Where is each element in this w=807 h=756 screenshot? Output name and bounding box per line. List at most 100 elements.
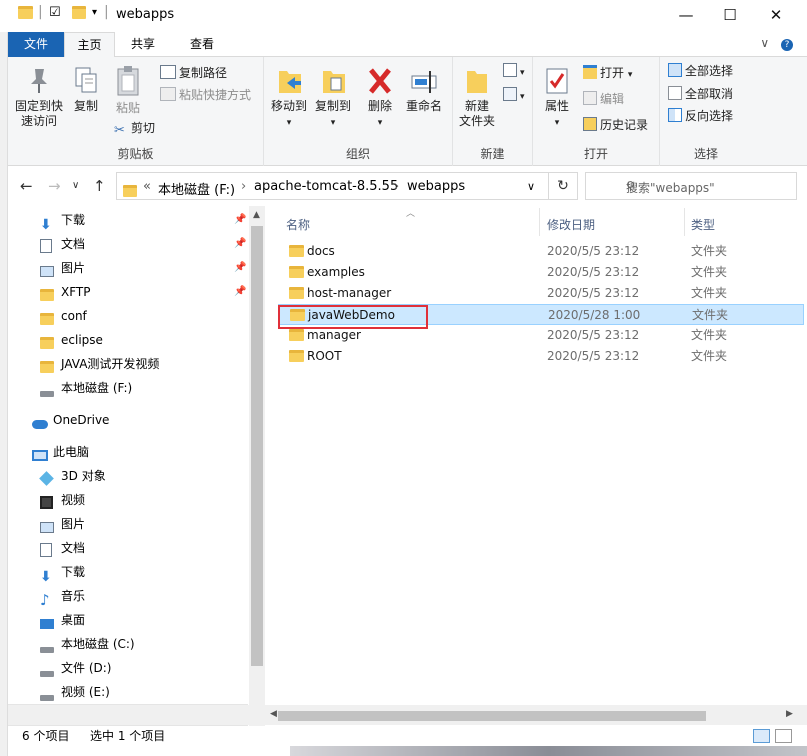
sidebar-item-pc-8[interactable]: 文件 (D:): [8, 656, 248, 680]
new-group: 新建 文件夹 ▾ ▾ 新建: [453, 57, 533, 166]
address-bar[interactable]: « 本地磁盘 (F:) › apache-tomcat-8.5.55 › web…: [116, 172, 549, 200]
sidebar-item-pc-9[interactable]: 视频 (E:): [8, 680, 248, 704]
new-item-button[interactable]: ▾: [503, 63, 525, 81]
maximize-button[interactable]: ☐: [720, 6, 740, 26]
sidebar-item-quick-4[interactable]: conf: [8, 304, 248, 328]
sidebar-item-pc-0[interactable]: 3D 对象: [8, 464, 248, 488]
sidebar-item-pc-4[interactable]: ⬇ 下载: [8, 560, 248, 584]
invert-selection-button[interactable]: 反向选择: [668, 108, 733, 124]
pin-icon[interactable]: 📌: [234, 256, 246, 280]
file-row[interactable]: host-manager 2020/5/5 23:12 文件夹: [278, 283, 804, 304]
details-view-icon[interactable]: [753, 729, 770, 743]
delete-label: 删除: [367, 99, 392, 113]
sidebar-item-quick-5[interactable]: eclipse: [8, 328, 248, 352]
breadcrumb-webapps[interactable]: webapps: [407, 179, 465, 194]
forward-icon[interactable]: →: [48, 177, 61, 195]
column-divider[interactable]: [684, 208, 685, 236]
close-button[interactable]: ✕: [766, 6, 786, 26]
minimize-button[interactable]: —: [676, 6, 696, 26]
tab-file[interactable]: 文件: [8, 32, 64, 57]
nav-scrollbar-thumb[interactable]: [251, 226, 263, 666]
rename-button[interactable]: 重命名: [402, 65, 446, 114]
sidebar-item-quick-7[interactable]: 本地磁盘 (F:): [8, 376, 248, 400]
copy-button[interactable]: 复制: [68, 65, 104, 114]
select-none-button[interactable]: 全部取消: [668, 86, 733, 102]
address-prefix[interactable]: «: [143, 179, 151, 194]
sidebar-item-label: 下载: [61, 565, 86, 579]
sidebar-item-quick-3[interactable]: XFTP 📌: [8, 280, 248, 304]
sidebar-item-label: 文档: [61, 541, 86, 555]
open-button[interactable]: 打开 ▾: [583, 65, 632, 83]
sidebar-item-pc-2[interactable]: 图片: [8, 512, 248, 536]
tab-home[interactable]: 主页: [64, 32, 115, 58]
breadcrumb-sep-1[interactable]: ›: [241, 179, 246, 194]
refresh-button[interactable]: ↻: [548, 172, 578, 200]
pin-icon[interactable]: 📌: [234, 208, 246, 232]
back-icon[interactable]: ←: [20, 177, 33, 195]
cut-button[interactable]: ✂ 剪切: [114, 120, 155, 138]
properties-icon: [546, 68, 568, 94]
delete-button[interactable]: 删除 ▾: [362, 65, 398, 131]
ribbon-collapse-icon[interactable]: ∨: [760, 36, 769, 50]
sidebar-item-label: eclipse: [61, 333, 103, 347]
help-icon[interactable]: ?: [781, 39, 793, 51]
scroll-left-icon[interactable]: ◀: [270, 709, 277, 719]
select-all-button[interactable]: 全部选择: [668, 63, 733, 79]
pin-icon[interactable]: 📌: [234, 232, 246, 256]
sidebar-item-pc-3[interactable]: 文档: [8, 536, 248, 560]
new-folder-quick-icon[interactable]: [72, 6, 86, 23]
new-folder-button[interactable]: 新建 文件夹: [457, 65, 497, 129]
pin-icon[interactable]: 📌: [234, 280, 246, 304]
sidebar-item-quick-2[interactable]: 图片 📌: [8, 256, 248, 280]
sidebar-item-quick-6[interactable]: JAVA测试开发视频: [8, 352, 248, 376]
desktop-edge-bottom: [290, 745, 807, 756]
file-type: 文件夹: [691, 244, 728, 258]
search-input[interactable]: ⚲ 搜索"webapps": [585, 172, 797, 200]
sidebar-item-pc-6[interactable]: 桌面: [8, 608, 248, 632]
sidebar-item-quick-0[interactable]: ⬇ 下载 📌: [8, 208, 248, 232]
pin-quick-access-button[interactable]: 固定到快 速访问: [12, 65, 66, 129]
address-dropdown-icon[interactable]: ∨: [527, 180, 535, 193]
column-header-name[interactable]: 名称: [286, 216, 310, 233]
breadcrumb-tomcat[interactable]: apache-tomcat-8.5.55: [254, 179, 398, 194]
file-type: 文件夹: [691, 265, 728, 279]
file-row[interactable]: ROOT 2020/5/5 23:12 文件夹: [278, 346, 804, 367]
sidebar-item-pc-1[interactable]: 视频: [8, 488, 248, 512]
file-row[interactable]: docs 2020/5/5 23:12 文件夹: [278, 241, 804, 262]
paste-shortcut-button[interactable]: 粘贴快捷方式: [160, 87, 251, 103]
scroll-right-icon[interactable]: ▶: [786, 709, 793, 719]
breadcrumb-sep-2[interactable]: ›: [394, 179, 399, 194]
copy-path-button[interactable]: 复制路径: [160, 65, 227, 81]
tab-share[interactable]: 共享: [122, 32, 164, 57]
large-icons-view-icon[interactable]: [775, 729, 792, 743]
nav-scroll-up-icon[interactable]: ▲: [253, 210, 260, 220]
move-to-button[interactable]: 移动到 ▾: [268, 65, 310, 131]
sidebar-item-onedrive[interactable]: OneDrive: [8, 408, 248, 432]
sidebar-item-pc-7[interactable]: 本地磁盘 (C:): [8, 632, 248, 656]
horizontal-scrollbar-thumb[interactable]: [278, 711, 706, 721]
properties-quick-icon[interactable]: ☑: [49, 5, 61, 20]
library-icon: ⬇: [40, 569, 52, 585]
breadcrumb-drive[interactable]: 本地磁盘 (F:): [158, 179, 235, 198]
column-header-date[interactable]: 修改日期: [547, 216, 595, 233]
easy-access-button[interactable]: ▾: [503, 87, 525, 105]
new-folder-label-1: 新建: [464, 99, 489, 113]
history-button[interactable]: 历史记录: [583, 117, 648, 133]
file-row[interactable]: examples 2020/5/5 23:12 文件夹: [278, 262, 804, 283]
paste-button[interactable]: 粘贴: [108, 65, 148, 116]
tab-view[interactable]: 查看: [174, 32, 230, 57]
quick-access-dropdown-icon[interactable]: ▾: [92, 7, 97, 18]
folder-icon: [289, 245, 304, 257]
sidebar-item-pc-5[interactable]: ♪ 音乐: [8, 584, 248, 608]
recent-dropdown-icon[interactable]: ∨: [72, 180, 79, 191]
sidebar-item-this-pc[interactable]: 此电脑: [8, 440, 248, 464]
column-divider[interactable]: [539, 208, 540, 236]
library-icon: [40, 261, 55, 277]
pin-label-1: 固定到快: [14, 99, 63, 113]
column-header-type[interactable]: 类型: [691, 216, 715, 233]
edit-button[interactable]: 编辑: [583, 91, 624, 107]
up-icon[interactable]: ↑: [93, 177, 106, 195]
sidebar-item-quick-1[interactable]: 文档 📌: [8, 232, 248, 256]
properties-button[interactable]: 属性 ▾: [537, 65, 577, 131]
copy-to-button[interactable]: 复制到 ▾: [312, 65, 354, 131]
